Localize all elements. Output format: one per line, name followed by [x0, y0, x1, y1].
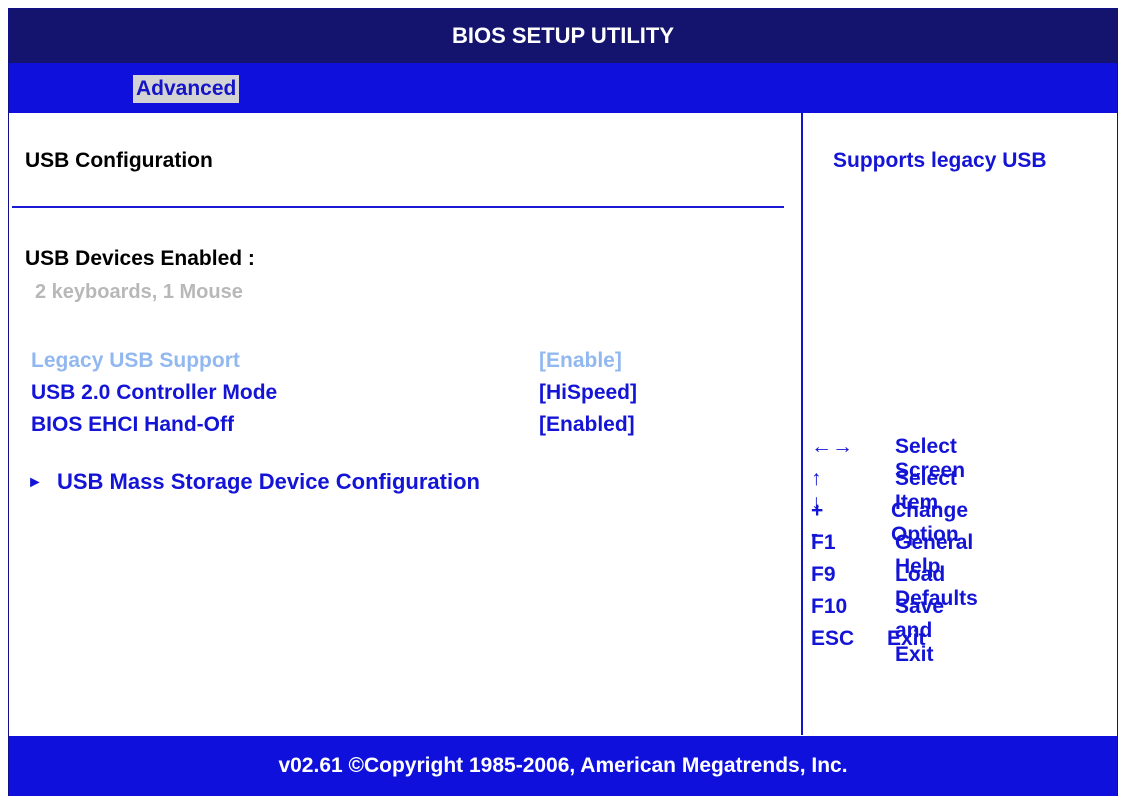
key-desc: Exit	[887, 627, 926, 650]
section-title: USB Configuration	[25, 149, 213, 172]
help-text: Supports legacy USB	[833, 149, 1047, 172]
submenu-usb-mass-storage[interactable]: ► USB Mass Storage Device Configuration	[27, 469, 480, 495]
settings-panel: USB Configuration USB Devices Enabled : …	[9, 113, 801, 735]
key-label: F10	[811, 595, 848, 618]
key-label: ESC	[811, 627, 855, 650]
submenu-label: USB Mass Storage Device Configuration	[57, 469, 480, 494]
setting-usb2-controller-mode[interactable]: USB 2.0 Controller Mode	[31, 381, 277, 405]
usb-devices-label: USB Devices Enabled :	[25, 247, 255, 270]
setting-usb2-controller-mode-value[interactable]: [HiSpeed]	[539, 381, 637, 405]
left-right-arrows-icon: ←→	[811, 435, 853, 458]
title-bar: BIOS SETUP UTILITY	[9, 9, 1117, 63]
menu-bar: Advanced	[9, 63, 1117, 113]
setting-legacy-usb-support[interactable]: Legacy USB Support	[31, 349, 240, 373]
window-title: BIOS SETUP UTILITY	[451, 23, 675, 48]
key-label: F1	[811, 531, 836, 554]
setting-bios-ehci-hand-off-value[interactable]: [Enabled]	[539, 413, 635, 437]
usb-devices-value: 2 keyboards, 1 Mouse	[35, 281, 243, 303]
key-label: F9	[811, 563, 836, 586]
setting-legacy-usb-support-value[interactable]: [Enable]	[539, 349, 622, 373]
section-divider	[12, 206, 784, 208]
tab-advanced[interactable]: Advanced	[133, 75, 240, 103]
setting-bios-ehci-hand-off[interactable]: BIOS EHCI Hand-Off	[31, 413, 234, 437]
copyright-text: v02.61 ©Copyright 1985-2006, American Me…	[278, 754, 848, 777]
copyright-footer: v02.61 ©Copyright 1985-2006, American Me…	[9, 736, 1117, 796]
submenu-arrow-icon: ►	[27, 474, 43, 491]
bios-window: BIOS SETUP UTILITY Advanced USB Configur…	[8, 8, 1118, 796]
help-panel: Supports legacy USB ←→ Select Screen ↑ ↓…	[803, 113, 1119, 735]
